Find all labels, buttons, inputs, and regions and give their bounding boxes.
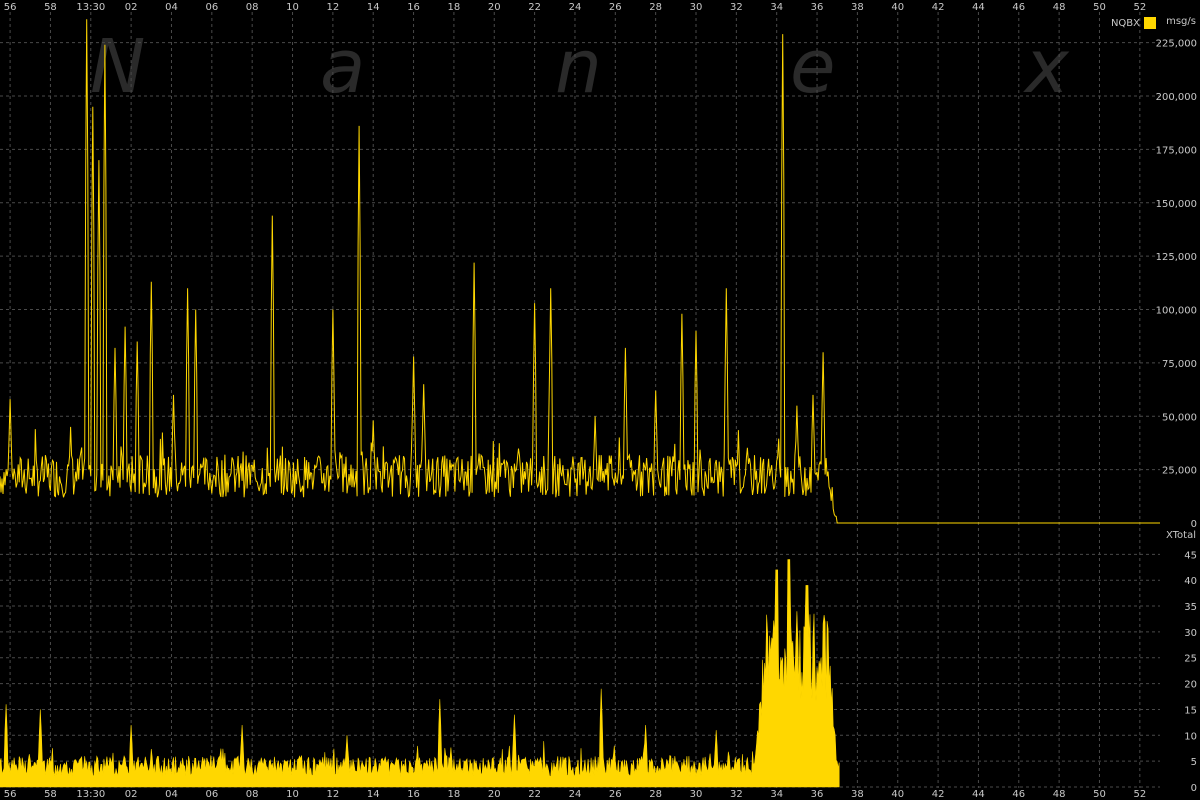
x-tick-label: 24 <box>569 789 582 800</box>
x-tick-label: 18 <box>448 789 461 800</box>
chart-svg: Na n e x 0 25,000 50,000 75,000 100,000 125,000 1… <box>0 2 1197 800</box>
x-tick-label: 04 <box>165 2 178 13</box>
watermark-letter: n <box>555 24 602 110</box>
x-tick-label: 42 <box>932 789 945 800</box>
x-tick-label: 32 <box>730 2 743 13</box>
x-tick-label: 36 <box>811 2 824 13</box>
x-tick-label: 46 <box>1012 2 1025 13</box>
xtotal-area <box>0 559 840 788</box>
x-tick-label: 10 <box>286 789 299 800</box>
y-tick-label: 35 <box>1184 602 1197 613</box>
y-tick-label: 100,000 <box>1156 306 1197 317</box>
x-tick-label: 14 <box>367 789 380 800</box>
y-tick-label: 75,000 <box>1162 359 1197 370</box>
x-tick-label: 52 <box>1133 789 1146 800</box>
y-tick-label: 10 <box>1184 731 1197 742</box>
x-tick-label: 56 <box>4 2 17 13</box>
x-tick-label: 28 <box>649 2 662 13</box>
y-tick-label: 0 <box>1191 783 1197 794</box>
x-tick-label: 14 <box>367 2 380 13</box>
x-tick-label: 48 <box>1053 2 1066 13</box>
x-tick-label: 06 <box>205 789 218 800</box>
x-tick-label: 32 <box>730 789 743 800</box>
x-tick-label: 24 <box>569 2 582 13</box>
y-tick-label: 5 <box>1191 757 1197 768</box>
watermark-letter: x <box>1023 24 1070 110</box>
x-tick-label: 22 <box>528 789 541 800</box>
chart-stage: Na n e x 0 25,000 50,000 75,000 100,000 125,000 1… <box>0 0 1200 800</box>
y-tick-label: 15 <box>1184 705 1197 716</box>
x-tick-label: 26 <box>609 789 622 800</box>
x-tick-label: 44 <box>972 2 985 13</box>
x-tick-label: 52 <box>1133 2 1146 13</box>
x-tick-label: 08 <box>246 2 259 13</box>
x-tick-label: 13:30 <box>76 789 105 800</box>
x-tick-label: 26 <box>609 2 622 13</box>
x-tick-label: 30 <box>690 2 703 13</box>
y-tick-label: 50,000 <box>1162 412 1197 423</box>
y-tick-label: 25 <box>1184 654 1197 665</box>
legend-swatch-nqbx <box>1144 17 1156 29</box>
x-tick-label: 20 <box>488 789 501 800</box>
x-tick-label: 58 <box>44 2 57 13</box>
x-tick-label: 50 <box>1093 2 1106 13</box>
watermark-letter: e <box>790 24 836 110</box>
x-tick-label: 46 <box>1012 789 1025 800</box>
top-y-axis: 0 25,000 50,000 75,000 100,000 125,000 150,000… <box>1156 39 1197 530</box>
x-tick-label: 12 <box>327 789 340 800</box>
x-tick-label: 56 <box>4 789 17 800</box>
x-tick-label: 08 <box>246 789 259 800</box>
bottom-unit-label: XTotal <box>1166 530 1196 541</box>
x-tick-label: 22 <box>528 2 541 13</box>
legend-label-nqbx: NQBX <box>1111 18 1140 29</box>
x-tick-label: 13:30 <box>76 2 105 13</box>
x-tick-label: 06 <box>205 2 218 13</box>
y-tick-label: 30 <box>1184 628 1197 639</box>
y-tick-label: 175,000 <box>1156 145 1197 156</box>
x-tick-label: 28 <box>649 789 662 800</box>
x-tick-label: 18 <box>448 2 461 13</box>
x-tick-label: 10 <box>286 2 299 13</box>
x-tick-label: 12 <box>327 2 340 13</box>
top-x-axis: 56 58 13:30 02 04 06 08 10 12 14 16 18 20 22 24 26 28 30 3… <box>4 2 1146 13</box>
x-tick-label: 40 <box>891 789 904 800</box>
y-tick-label: 20 <box>1184 680 1197 691</box>
watermark: Na n e x <box>90 24 1070 110</box>
x-tick-label: 34 <box>770 2 783 13</box>
watermark-letter: a <box>320 24 365 110</box>
top-unit-label: msg/s <box>1166 16 1196 27</box>
bottom-x-axis: 56 58 13:30 02 04 06 08 10 12 14 16 18 20 22 24 26 28 30 3… <box>4 789 1146 800</box>
watermark-letter: N <box>90 24 145 110</box>
x-tick-label: 16 <box>407 789 420 800</box>
y-tick-label: 0 <box>1191 519 1197 530</box>
x-tick-label: 50 <box>1093 789 1106 800</box>
x-tick-label: 40 <box>891 2 904 13</box>
y-tick-label: 125,000 <box>1156 252 1197 263</box>
bottom-y-axis: 0 5 10 15 20 25 30 35 40 45 <box>1184 550 1197 794</box>
x-tick-label: 02 <box>125 789 138 800</box>
x-tick-label: 48 <box>1053 789 1066 800</box>
x-tick-label: 30 <box>690 789 703 800</box>
x-tick-label: 44 <box>972 789 985 800</box>
x-tick-label: 02 <box>125 2 138 13</box>
x-tick-label: 38 <box>851 2 864 13</box>
x-tick-label: 38 <box>851 789 864 800</box>
x-tick-label: 16 <box>407 2 420 13</box>
y-tick-label: 225,000 <box>1156 39 1197 50</box>
x-tick-label: 42 <box>932 2 945 13</box>
x-tick-label: 34 <box>770 789 783 800</box>
x-tick-label: 20 <box>488 2 501 13</box>
x-tick-label: 58 <box>44 789 57 800</box>
y-tick-label: 200,000 <box>1156 92 1197 103</box>
x-tick-label: 04 <box>165 789 178 800</box>
xtotal-series <box>0 559 840 788</box>
x-tick-label: 36 <box>811 789 824 800</box>
y-tick-label: 150,000 <box>1156 199 1197 210</box>
y-tick-label: 25,000 <box>1162 466 1197 477</box>
y-tick-label: 45 <box>1184 550 1197 561</box>
y-tick-label: 40 <box>1184 576 1197 587</box>
